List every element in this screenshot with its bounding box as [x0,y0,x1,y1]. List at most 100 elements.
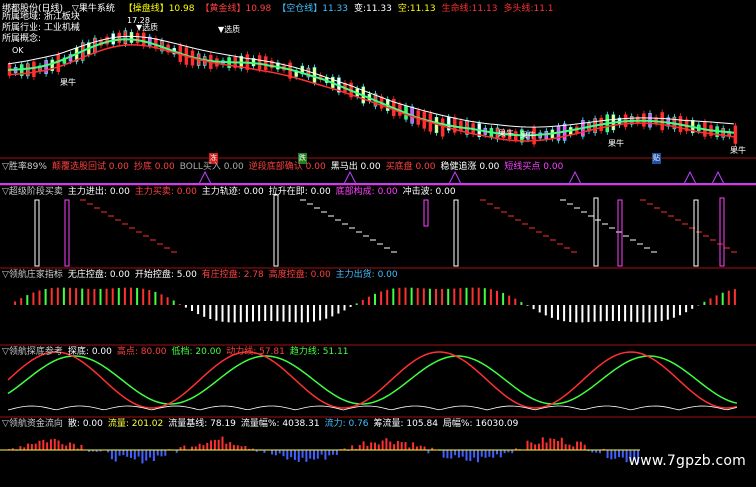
flow-bar [606,450,609,459]
panel-value: ▽领航庄家指标 [2,270,63,280]
control-bar [20,298,23,305]
control-bar [447,288,450,305]
indicator-chip: 空:11.13 [397,4,436,14]
flow-bar [492,450,495,458]
panel-value: 冲击波: 0.00 [402,187,456,197]
control-bar [105,288,108,305]
flow-bar [488,450,491,457]
guo-niu-tag: 果牛 [60,78,76,87]
flow-bar [332,450,335,455]
control-bar [337,305,340,314]
control-bar [660,305,663,322]
control-bar [32,292,35,305]
control-bar [672,305,675,318]
panel-value: 流力: 0.76 [324,419,369,429]
flow-bar [42,439,45,450]
flow-bar [625,450,628,463]
flow-bar [389,441,392,450]
control-bar [325,305,328,319]
flow-bar [213,439,216,450]
base-line-white [7,405,738,411]
control-bar [557,305,559,320]
stage-bar [593,197,599,267]
control-bar [288,305,291,322]
control-bar [178,304,181,305]
control-bar [203,305,206,317]
guo-niu-tag: 果牛 [730,146,746,155]
panel-value: 抄底 0.00 [133,162,175,172]
stage-bar [273,194,279,267]
candle [129,31,134,43]
control-bar [38,290,41,305]
flow-bar [450,450,453,459]
flow-bar [198,443,201,450]
trend-line-red [7,351,738,409]
panel-value: ▽领航资金流向 [2,419,63,429]
control-bar [679,305,681,316]
panel-value: ▽胜率89% [2,162,47,172]
panel-value: BOLL买入 0.00 [179,162,244,172]
panel-value: 有庄控盘: 2.78 [201,270,264,280]
flow-bar [614,450,617,459]
signal-triangle [568,170,582,185]
candle [459,120,463,132]
flow-bar [313,450,315,460]
panel-value: 高点: 80.00 [116,347,167,357]
control-bar [721,292,724,305]
indicator-values: 【操盘线】10.98 【黄金线】10.98 【空仓线】11.33 变:11.33 空:1… [124,4,560,14]
flow-bar [118,450,121,456]
control-bar [69,287,71,305]
control-bar [87,288,90,305]
control-bar [508,295,511,305]
control-bar [172,300,175,305]
flow-bar [69,442,71,450]
flow-bar [236,445,239,450]
flow-bar [225,443,228,450]
panel-header-stage: ▽超级阶段买卖 主力进出: 0.00 主力买卖: 0.00 主力轨迹: 0.00 拉升在… [2,187,461,198]
control-bar [502,292,505,305]
control-bar [532,305,535,310]
guo-niu-tag: 果牛 [498,129,514,138]
panel-value: 开始控盘: 5.00 [134,270,197,280]
flow-bar [576,441,579,450]
flow-bar [202,445,205,450]
pick-marker-2: ▼选质 [218,25,241,34]
panel-header-flow: ▽领航资金流向 散: 0.00 流量: 201.02 流量基线: 78.19 流量幅%:… [2,419,523,430]
candle [312,67,317,83]
control-bar [349,305,352,307]
control-bar [270,305,273,322]
control-bar [392,288,395,305]
flow-bar [362,441,365,450]
control-bar [435,288,437,305]
control-bar [404,287,407,305]
candle [117,32,122,43]
flow-bar [164,450,167,456]
control-bar [685,305,688,313]
flow-bar [496,450,498,455]
flow-bar [271,450,274,455]
panel-value: 稳健追涨 0.00 [440,162,500,172]
panel-value: 拉升在即: 0.00 [268,187,331,197]
signal-triangle [343,170,357,185]
control-bar [361,299,364,305]
panel-value: 主力轨迹: 0.00 [201,187,264,197]
control-bar [465,287,468,305]
flow-bar [274,450,277,456]
control-bar [355,303,358,305]
chart-canvas[interactable] [0,0,756,487]
control-bar [575,305,578,323]
indicator-chip: 多头线:11.1 [503,4,554,14]
flow-bar [290,450,293,458]
control-bar [166,297,169,305]
control-bar [123,287,126,305]
region-label: 所属地域: 浙江板块 [2,12,80,22]
flow-bar [141,450,144,464]
signal-triangle [711,170,725,185]
control-bar [428,288,431,305]
flow-bar [72,443,75,450]
control-bar [386,289,389,305]
flow-bar [282,450,285,457]
flow-bar [457,450,460,458]
control-bar [709,298,712,305]
panel-value: 探底: 0.00 [67,347,112,357]
